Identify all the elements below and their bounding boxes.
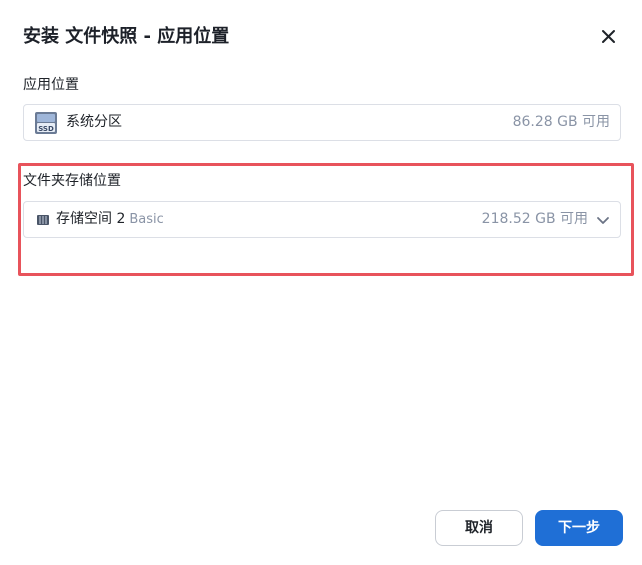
app-location-available: 86.28 GB 可用: [512, 114, 610, 130]
chevron-down-icon: [597, 217, 609, 224]
svg-text:SSD: SSD: [38, 125, 54, 133]
folder-location-volume-type: Basic: [129, 212, 164, 227]
ssd-drive-icon: SSD: [35, 111, 57, 134]
app-location-volume-name: 系统分区: [66, 114, 122, 130]
folder-location-label: 文件夹存储位置: [23, 173, 121, 189]
close-icon: [602, 30, 615, 43]
folder-location-select[interactable]: 存储空间 2 Basic 218.52 GB 可用: [23, 201, 621, 238]
next-button[interactable]: 下一步: [535, 510, 623, 546]
folder-location-available: 218.52 GB 可用: [481, 211, 588, 227]
app-location-field: SSD 系统分区 86.28 GB 可用: [23, 104, 621, 141]
dialog-title: 安装 文件快照 - 应用位置: [23, 26, 230, 47]
cancel-button[interactable]: 取消: [435, 510, 523, 546]
folder-location-volume: 存储空间 2 Basic: [56, 202, 164, 237]
app-location-label: 应用位置: [23, 77, 79, 93]
close-button[interactable]: [598, 26, 620, 48]
storage-pool-icon: [37, 214, 49, 225]
folder-location-volume-name: 存储空间 2: [56, 211, 126, 227]
install-dialog: 安装 文件快照 - 应用位置 应用位置 SSD 系统分区 86.28 GB 可用…: [0, 0, 642, 565]
